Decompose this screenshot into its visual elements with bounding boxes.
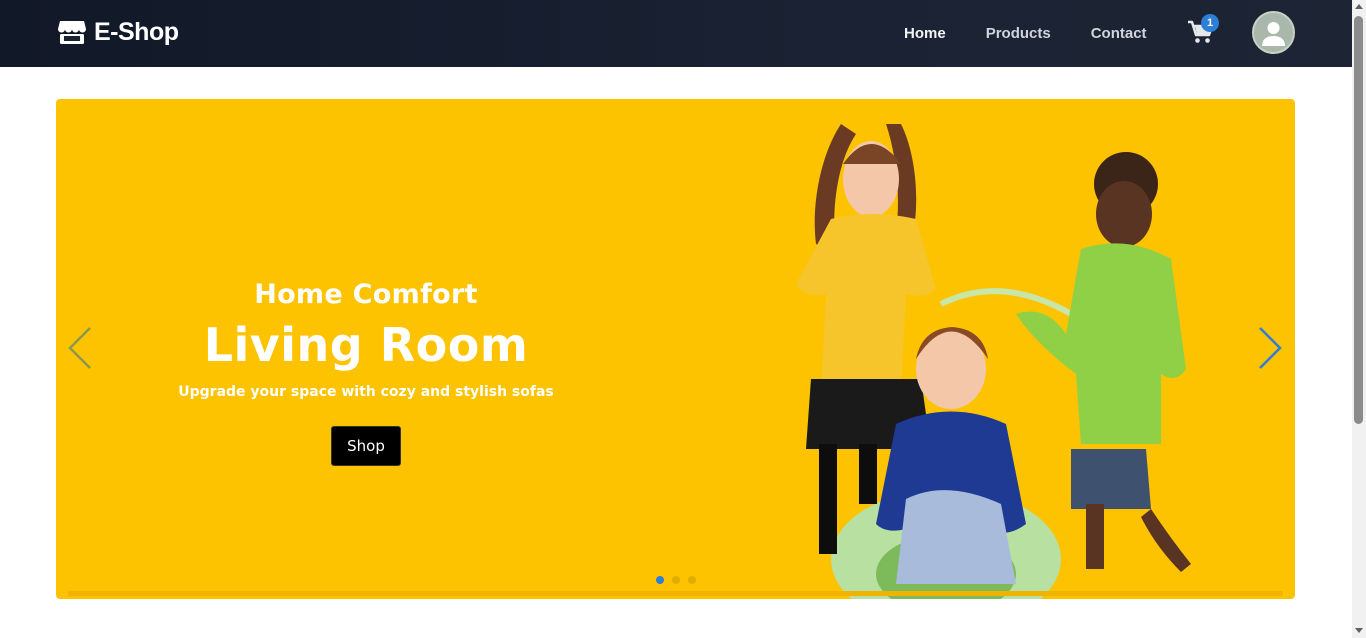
shop-button[interactable]: Shop: [331, 426, 401, 466]
scroll-up-arrow-icon[interactable]: [1355, 4, 1363, 9]
hero-title: Living Room: [203, 318, 529, 372]
brand-name: E-Shop: [94, 17, 179, 46]
user-icon: [1262, 22, 1285, 46]
carousel-indicators: [656, 576, 696, 584]
main-nav: Home Products Contact: [904, 0, 1187, 67]
kids-photo: [796, 124, 1191, 599]
page-scrollbar[interactable]: [1352, 0, 1366, 638]
nav-contact-link[interactable]: Contact: [1091, 25, 1147, 42]
cart-count-badge: 1: [1201, 14, 1219, 32]
hero-subtitle: Home Comfort: [254, 279, 478, 310]
carousel-dot-3[interactable]: [688, 576, 696, 584]
store-icon: [58, 21, 86, 44]
user-avatar[interactable]: [1252, 11, 1295, 54]
hero-caption: Home Comfort Living Room Upgrade your sp…: [56, 279, 676, 466]
scroll-down-arrow-icon[interactable]: [1355, 628, 1363, 633]
carousel-dot-2[interactable]: [672, 576, 680, 584]
nav-home-link[interactable]: Home: [904, 25, 946, 42]
carousel-dot-1[interactable]: [656, 576, 664, 584]
carousel-next-button[interactable]: [1256, 325, 1284, 371]
nav-products-link[interactable]: Products: [986, 25, 1051, 42]
chevron-right-icon: [1259, 327, 1282, 369]
carousel-prev-button[interactable]: [66, 325, 94, 371]
top-navbar: E-Shop Home Products Contact 1: [0, 0, 1352, 67]
brand-logo[interactable]: E-Shop: [56, 16, 179, 48]
scroll-thumb[interactable]: [1354, 16, 1363, 424]
carousel-progress-bar: [68, 591, 1283, 596]
cart-button[interactable]: 1: [1187, 14, 1219, 46]
hero-description: Upgrade your space with cozy and stylish…: [178, 384, 554, 400]
chevron-left-icon: [68, 327, 91, 369]
hero-carousel: Home Comfort Living Room Upgrade your sp…: [56, 99, 1295, 599]
